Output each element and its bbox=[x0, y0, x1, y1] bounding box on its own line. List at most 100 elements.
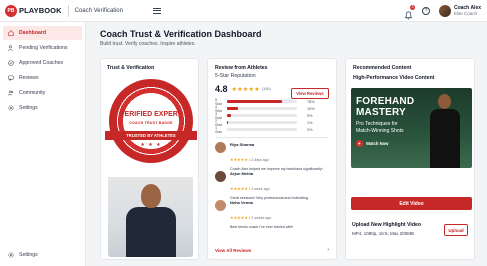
user-check-icon bbox=[8, 60, 14, 66]
sidebar-bottom-settings[interactable]: Settings bbox=[3, 248, 82, 262]
upload-title: Upload New Highlight Video bbox=[352, 222, 422, 228]
player-image bbox=[424, 92, 468, 168]
avatar bbox=[215, 200, 226, 211]
avatar bbox=[215, 142, 226, 153]
divider bbox=[215, 137, 329, 138]
upload-button[interactable]: Upload bbox=[444, 224, 468, 236]
video-subtitle-line1: Pro Techniques for bbox=[356, 121, 398, 127]
divider bbox=[67, 4, 69, 17]
help-button[interactable]: ? bbox=[421, 6, 431, 16]
sidebar-item-label: Settings bbox=[19, 105, 38, 111]
dist-pct: 1% bbox=[307, 120, 313, 125]
sidebar-item-label: Approved Coaches bbox=[19, 60, 64, 66]
view-reviews-button[interactable]: View Reviews bbox=[291, 88, 329, 99]
sidebar-item-label: Reviews bbox=[19, 75, 39, 81]
coach-body bbox=[126, 207, 176, 257]
logo[interactable]: PB PLAYBOOK bbox=[5, 4, 62, 17]
sidebar-item-dashboard[interactable]: Dashboard bbox=[3, 26, 82, 40]
badge-ribbon: TRUSTED BY ATHLETES bbox=[105, 131, 197, 140]
watch-now-label: Watch Now bbox=[366, 141, 389, 146]
sidebar-item-label: Settings bbox=[19, 252, 38, 258]
user-menu[interactable]: Coach Alex Elite Coach bbox=[453, 4, 481, 17]
dist-row: 5 Star 78% bbox=[215, 98, 329, 106]
review-time: • 2 days ago bbox=[248, 158, 269, 162]
review-time: • 2 weeks ago bbox=[248, 216, 272, 220]
rating-distribution: 5 Star 78% 4 Star 15% 3 Star 5% 2 Star 1… bbox=[215, 98, 329, 134]
dist-row: 1 Star 0% bbox=[215, 125, 329, 134]
help-icon: ? bbox=[421, 6, 430, 15]
user-role: Elite Coach bbox=[453, 10, 477, 16]
sidebar-item-label: Pending Verifications bbox=[19, 45, 68, 51]
logo-badge: PB bbox=[5, 4, 17, 17]
app-name: Coach Verification bbox=[74, 7, 123, 14]
view-all-reviews-link[interactable]: View All Reviews bbox=[215, 248, 251, 253]
top-bar: PB PLAYBOOK Coach Verification 3 ? Coach… bbox=[0, 0, 487, 22]
card-subtitle: High-Performance Video Content bbox=[353, 75, 435, 81]
gear-icon bbox=[8, 105, 14, 111]
review-stars: ★★★★★ bbox=[230, 215, 248, 220]
sidebar-item-label: Community bbox=[19, 90, 46, 96]
reputation-label: 5-Star Reputation bbox=[215, 73, 256, 79]
play-icon bbox=[356, 140, 363, 147]
review-text: Best tennis coach I've ever trained with… bbox=[230, 225, 294, 229]
dist-label: 1 Star bbox=[215, 125, 222, 134]
dist-row: 3 Star 5% bbox=[215, 112, 329, 120]
sidebar-item-label: Dashboard bbox=[19, 30, 47, 36]
sidebar-item-community[interactable]: Community bbox=[3, 86, 82, 100]
video-title-line2: MASTERY bbox=[356, 107, 406, 118]
upload-description: MP4, 1080p, 16:9, Max 200MB bbox=[352, 231, 415, 236]
dist-bar bbox=[227, 100, 282, 103]
rating-value: 4.8 bbox=[215, 84, 228, 94]
player-body bbox=[430, 109, 460, 168]
avatar bbox=[215, 171, 226, 182]
rating-stars: ★★★★★ bbox=[231, 86, 260, 93]
sidebar-item-pending-verifications[interactable]: Pending Verifications bbox=[3, 41, 82, 55]
card-title: Recommended Content bbox=[353, 65, 412, 71]
sidebar-item-settings[interactable]: Settings bbox=[3, 101, 82, 115]
notification-badge: 3 bbox=[409, 4, 415, 10]
rating-count: (156) bbox=[261, 87, 271, 91]
review-stars: ★★★★★ bbox=[230, 186, 248, 191]
watch-now-button[interactable]: Watch Now bbox=[356, 140, 388, 147]
gear-icon bbox=[8, 252, 14, 258]
video-thumbnail[interactable]: FOREHAND MASTERY Pro Techniques for Matc… bbox=[351, 88, 472, 168]
dist-row: 4 Star 15% bbox=[215, 105, 329, 113]
user-name: Coach Alex bbox=[453, 4, 481, 11]
verified-badge: VERIFIED EXPERT COACH TRUST BADGE TRUSTE… bbox=[105, 79, 197, 189]
dist-bar bbox=[227, 114, 231, 117]
coach-head bbox=[141, 184, 161, 208]
dist-pct: 15% bbox=[307, 106, 315, 111]
page-title: Coach Trust & Verification Dashboard bbox=[100, 29, 262, 39]
people-icon bbox=[8, 90, 14, 96]
review-item: Neha Verma ★★★★★• 2 weeks ago Best tenni… bbox=[215, 200, 329, 229]
chat-icon bbox=[8, 75, 14, 81]
badge-title: VERIFIED EXPERT bbox=[119, 111, 183, 118]
bell-icon[interactable]: 3 bbox=[404, 4, 415, 19]
dist-bar bbox=[227, 121, 228, 124]
recommended-content-card: Recommended Content High-Performance Vid… bbox=[345, 58, 475, 260]
avatar[interactable] bbox=[438, 5, 451, 17]
review-stars: ★★★★★ bbox=[230, 157, 248, 162]
reviews-card: Review from Athletes 5-Star Reputation 4… bbox=[207, 58, 337, 260]
card-title: Review from Athletes bbox=[215, 65, 268, 71]
review-time: • 1 week ago bbox=[248, 187, 270, 191]
menu-icon[interactable] bbox=[153, 7, 161, 14]
player-head bbox=[438, 94, 451, 109]
dist-row: 2 Star 1% bbox=[215, 119, 329, 127]
page-subtitle: Build trust. Verify coaches. Inspire ath… bbox=[100, 41, 196, 47]
dist-pct: 5% bbox=[307, 113, 313, 118]
video-subtitle-line2: Match-Winning Shots bbox=[356, 128, 404, 134]
dist-pct: 78% bbox=[307, 99, 315, 104]
logo-text: PLAYBOOK bbox=[19, 6, 62, 15]
edit-video-button[interactable]: Edit Video bbox=[351, 197, 472, 210]
dist-bar bbox=[227, 107, 238, 110]
sidebar-item-reviews[interactable]: Reviews bbox=[3, 71, 82, 85]
trust-verification-card: Trust & Verification VERIFIED EXPERT COA… bbox=[100, 58, 199, 260]
sidebar-item-approved-coaches[interactable]: Approved Coaches bbox=[3, 56, 82, 70]
review-item: Arjun Mehta ★★★★★• 1 week ago Great sess… bbox=[215, 171, 329, 200]
dist-pct: 0% bbox=[307, 127, 313, 132]
sidebar: Dashboard Pending Verifications Approved… bbox=[0, 22, 86, 266]
coach-photo bbox=[108, 177, 193, 257]
video-title-line1: FOREHAND bbox=[356, 96, 415, 107]
chevron-right-icon[interactable]: › bbox=[327, 247, 329, 253]
